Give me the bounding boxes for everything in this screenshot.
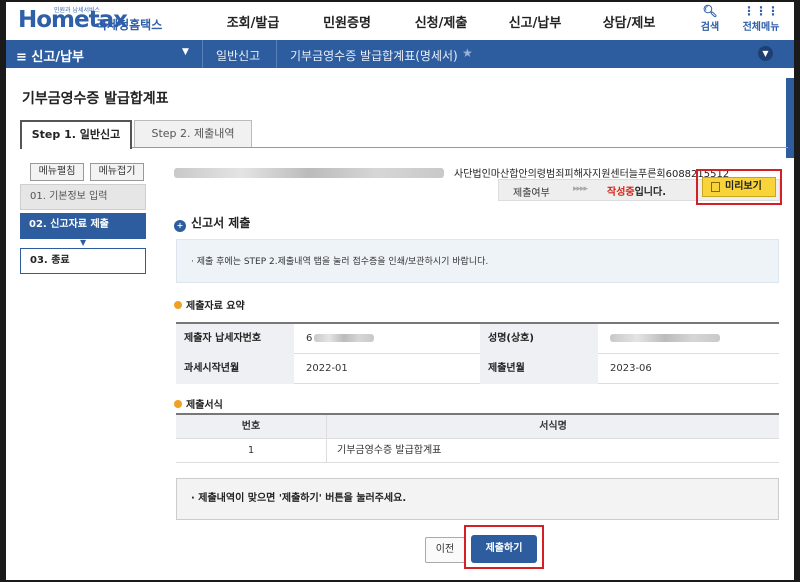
grid-icon: ⋮⋮⋮	[743, 4, 779, 18]
taxpayer-no-text: 6	[306, 333, 313, 344]
submit-period-value: 2023-06	[610, 363, 652, 374]
bullet-icon	[174, 400, 182, 408]
tab-step2-submissions[interactable]: Step 2. 제출내역	[134, 120, 252, 148]
form-name-cell: 기부금영수증 발급합계표	[326, 439, 779, 463]
forms-heading: 제출서식	[174, 396, 223, 411]
menu-certificates[interactable]: 민원증명	[300, 12, 394, 31]
forms-table: 번호 서식명 1 기부금영수증 발급합계표	[176, 413, 779, 463]
col-name-header: 서식명	[326, 415, 779, 439]
start-period-value: 2022-01	[306, 363, 348, 374]
step-basic-info[interactable]: 01. 기본정보 입력	[20, 184, 146, 210]
plus-icon: +	[174, 220, 186, 232]
section-title-text: 신고서 제출	[191, 216, 251, 230]
col-no-header: 번호	[241, 421, 261, 432]
name-value	[598, 324, 779, 354]
section-title: + 신고서 제출	[174, 214, 250, 232]
tab-divider	[20, 147, 788, 148]
all-menu-label: 전체메뉴	[742, 22, 780, 33]
prev-button[interactable]: 이전	[425, 537, 465, 563]
taxpayer-no-value: 6	[294, 324, 480, 354]
bullet-icon	[174, 301, 182, 309]
table-header-row: 번호 서식명	[176, 415, 779, 439]
blurred-number	[314, 334, 375, 342]
submit-button[interactable]: 제출하기	[471, 535, 537, 563]
menu-inquiry-issue[interactable]: 조회/발급	[206, 12, 300, 31]
table-row: 과세시작년월 2022-01 제출년월 2023-06	[176, 354, 779, 384]
breadcrumb-menu[interactable]: ≡ 신고/납부	[16, 46, 84, 65]
preview-label: 미리보기	[725, 181, 762, 192]
search-icon: 🔍︎	[702, 4, 718, 18]
tab-step1-general[interactable]: Step 1. 일반신고	[20, 120, 132, 149]
dropdown-arrow-icon[interactable]: ▼	[182, 47, 189, 57]
breadcrumb-item-general[interactable]: 일반신고	[216, 47, 260, 64]
search-label: 검색	[700, 22, 720, 33]
menu-expand-button[interactable]: 메뉴펼침	[30, 163, 84, 181]
browser-frame: 민원과 납세서비스 Hometax 국세청홈택스 조회/발급 민원증명 신청/제…	[6, 2, 794, 580]
all-menu-button[interactable]: ⋮⋮⋮ 전체메뉴	[734, 4, 788, 33]
blurred-name	[610, 334, 720, 342]
menu-consult-report[interactable]: 상담/제보	[582, 12, 676, 31]
status-state: 작성중입니다.	[607, 183, 666, 198]
taxpayer-no-label: 제출자 납세자번호	[176, 324, 294, 354]
document-icon	[711, 182, 720, 192]
menu-collapse-button[interactable]: 메뉴접기	[90, 163, 144, 181]
form-no-cell: 1	[247, 445, 255, 456]
summary-heading-text: 제출자료 요약	[186, 301, 245, 312]
status-highlight: 작성중	[607, 187, 635, 198]
organization-name: 사단법인마산합안의령범죄피해자지원센터늘푸른회6088215512	[454, 169, 730, 180]
menu-apply-submit[interactable]: 신청/제출	[394, 12, 488, 31]
main-menu: 조회/발급 민원증명 신청/제출 신고/납부 상담/제보	[206, 12, 676, 31]
scrollbar[interactable]	[786, 78, 794, 158]
forms-heading-text: 제출서식	[186, 400, 223, 411]
logo-korean-text: 국세청홈택스	[96, 18, 163, 32]
menu-report-pay[interactable]: 신고/납부	[488, 12, 582, 31]
chevron-down-icon[interactable]: ▼	[758, 46, 773, 61]
status-suffix: 입니다.	[634, 187, 667, 198]
top-navigation: 민원과 납세서비스 Hometax 국세청홈택스 조회/발급 민원증명 신청/제…	[6, 2, 794, 38]
summary-heading: 제출자료 요약	[174, 297, 245, 312]
summary-table: 제출자 납세자번호 6 성명(상호) 과세시작년월 2022-01 제출년월 2…	[176, 322, 779, 384]
info-message: · 제출 후에는 STEP 2.제출내역 탭을 눌러 접수증을 인쇄/보관하시기…	[176, 239, 779, 283]
table-row: 제출자 납세자번호 6 성명(상호)	[176, 324, 779, 354]
divider	[202, 40, 203, 68]
preview-button[interactable]: 미리보기	[702, 177, 776, 197]
breadcrumb-bar: ≡ 신고/납부 ▼ 일반신고 기부금영수증 발급합계표(명세서) ★ ▼	[6, 40, 794, 68]
step-finish[interactable]: 03. 종료	[20, 248, 146, 274]
submit-period-label: 제출년월	[480, 354, 598, 384]
favorite-star-icon[interactable]: ★	[462, 46, 473, 60]
step-submit-data[interactable]: 02. 신고자료 제출	[20, 213, 146, 239]
start-period-label: 과세시작년월	[176, 354, 294, 384]
divider	[276, 40, 277, 68]
table-row: 1 기부금영수증 발급합계표	[176, 439, 779, 463]
page-title: 기부금영수증 발급합계표	[22, 91, 169, 107]
confirm-notice: · 제출내역이 맞으면 '제출하기' 버튼을 눌러주세요.	[176, 478, 779, 520]
status-arrows: ▸▸▸▸	[573, 184, 588, 194]
blurred-info	[174, 168, 444, 178]
step-arrow-icon: ▼	[80, 238, 87, 247]
breadcrumb-item-current[interactable]: 기부금영수증 발급합계표(명세서)	[290, 47, 458, 64]
search-button[interactable]: 🔍︎ 검색	[690, 4, 730, 33]
name-label: 성명(상호)	[480, 324, 598, 354]
status-label: 제출여부	[513, 188, 550, 199]
